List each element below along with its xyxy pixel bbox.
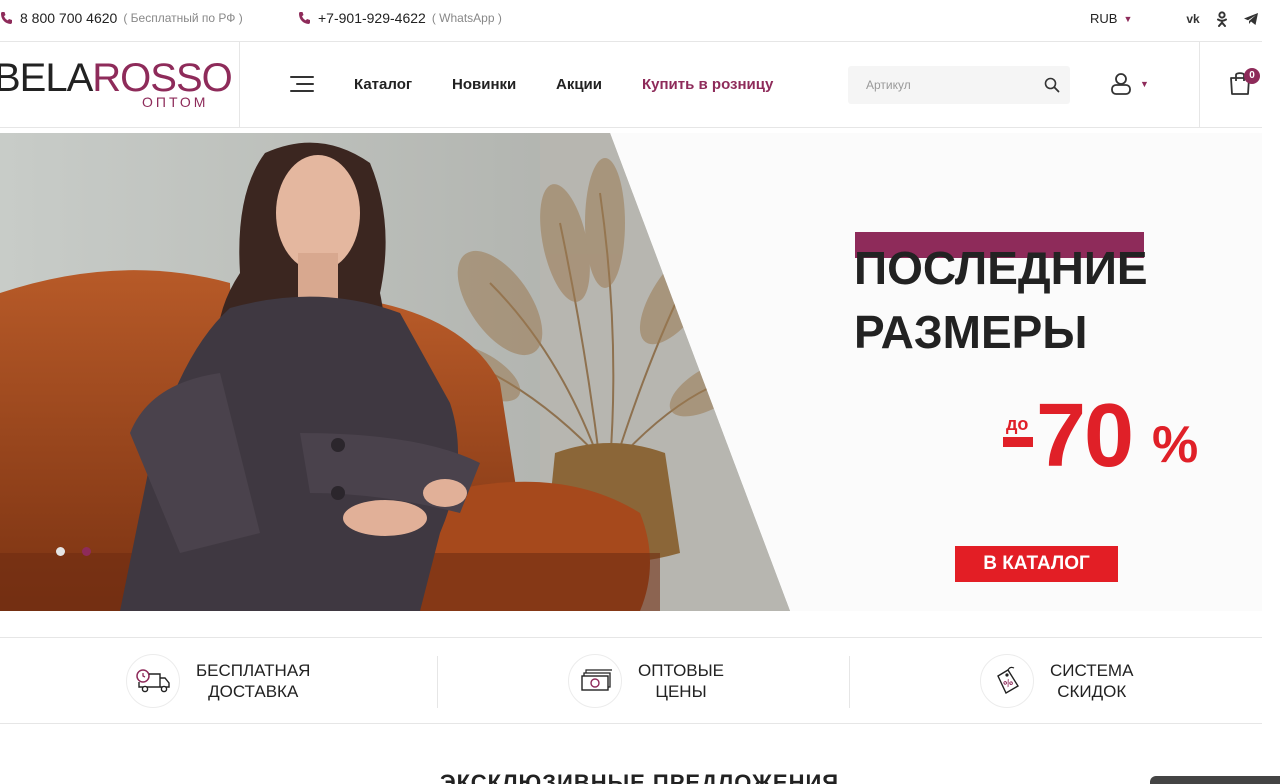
chevron-down-icon: ▼: [1140, 79, 1149, 89]
search-input[interactable]: [848, 78, 1028, 92]
hero-title-line2: РАЗМЕРЫ: [854, 306, 1088, 358]
cart-count-badge: 0: [1244, 68, 1260, 84]
discount-tag-icon: %: [980, 654, 1034, 708]
telegram-icon[interactable]: [1242, 10, 1260, 28]
search-icon[interactable]: [1044, 77, 1060, 93]
to-catalog-button[interactable]: В КАТАЛОГ: [955, 546, 1118, 582]
slider-dot-2[interactable]: [82, 547, 91, 556]
phone-number: +7-901-929-4622: [318, 10, 426, 26]
currency-label: RUB: [1090, 11, 1118, 26]
hero-title-line1: ПОСЛЕДНИЕ: [854, 242, 1148, 294]
phone-whatsapp[interactable]: +7-901-929-4622 ( WhatsApp ): [298, 10, 502, 26]
divider: [437, 656, 438, 708]
logo[interactable]: BELAROSSO ОПТОМ: [0, 42, 240, 128]
nav-retail[interactable]: Купить в розницу: [642, 76, 773, 93]
sale-value: 70: [1036, 386, 1134, 486]
divider: [1199, 42, 1200, 128]
minus-sign: [1003, 437, 1033, 447]
hero-photo: [0, 133, 790, 611]
feature-label: ОПТОВЫЕ ЦЕНЫ: [638, 661, 725, 701]
slider-dot-1[interactable]: [56, 547, 65, 556]
feature-free-delivery: БЕСПЛАТНАЯ ДОСТАВКА: [126, 654, 310, 708]
phone-icon: [1, 12, 12, 24]
vk-icon[interactable]: vk: [1184, 10, 1202, 28]
phone-note: ( Бесплатный по РФ ): [123, 11, 243, 25]
sale-prefix: до: [1006, 414, 1029, 434]
sale-percent: %: [1152, 416, 1199, 474]
chat-widget[interactable]: [1150, 776, 1280, 784]
phone-number: 8 800 700 4620: [20, 10, 118, 26]
nav-new[interactable]: Новинки: [452, 76, 516, 93]
chevron-down-icon: ▼: [1123, 13, 1133, 24]
feature-label: БЕСПЛАТНАЯ ДОСТАВКА: [196, 661, 311, 701]
main-header: BELAROSSO ОПТОМ Каталог Новинки Акции Ку…: [0, 42, 1262, 128]
divider: [849, 656, 850, 708]
hero-banner[interactable]: ПОСЛЕДНИЕ РАЗМЕРЫ до 70 % В КАТАЛОГ: [0, 133, 1262, 611]
feature-discount-system: % СИСТЕМА СКИДОК: [980, 654, 1133, 708]
nav-catalog[interactable]: Каталог: [354, 76, 412, 93]
features-strip: БЕСПЛАТНАЯ ДОСТАВКА ОПТОВЫЕ ЦЕНЫ % СИСТЕМА…: [0, 637, 1262, 724]
nav-sales[interactable]: Акции: [556, 76, 602, 93]
feature-label: СИСТЕМА СКИДОК: [1050, 661, 1134, 701]
phone-note: ( WhatsApp ): [431, 11, 502, 25]
top-bar: 8 800 700 4620 ( Бесплатный по РФ ) +7-9…: [0, 0, 1262, 42]
user-icon: [1111, 73, 1131, 95]
account-menu[interactable]: ▼: [1110, 72, 1149, 96]
phone-free[interactable]: 8 800 700 4620 ( Бесплатный по РФ ): [0, 10, 243, 26]
logo-subtitle: ОПТОМ: [142, 94, 209, 110]
money-stack-icon: [568, 654, 622, 708]
search-box: [848, 66, 1070, 104]
currency-selector[interactable]: RUB ▼: [1090, 11, 1132, 26]
phone-icon: [299, 12, 310, 24]
delivery-truck-icon: [126, 654, 180, 708]
feature-wholesale-prices: ОПТОВЫЕ ЦЕНЫ: [568, 654, 724, 708]
section-heading: ЭКСКЛЮЗИВНЫЕ ПРЕДЛОЖЕНИЯ: [440, 770, 840, 784]
social-links: vk: [1184, 10, 1260, 28]
menu-burger-icon[interactable]: [290, 76, 314, 94]
odnoklassniki-icon[interactable]: [1213, 10, 1231, 28]
